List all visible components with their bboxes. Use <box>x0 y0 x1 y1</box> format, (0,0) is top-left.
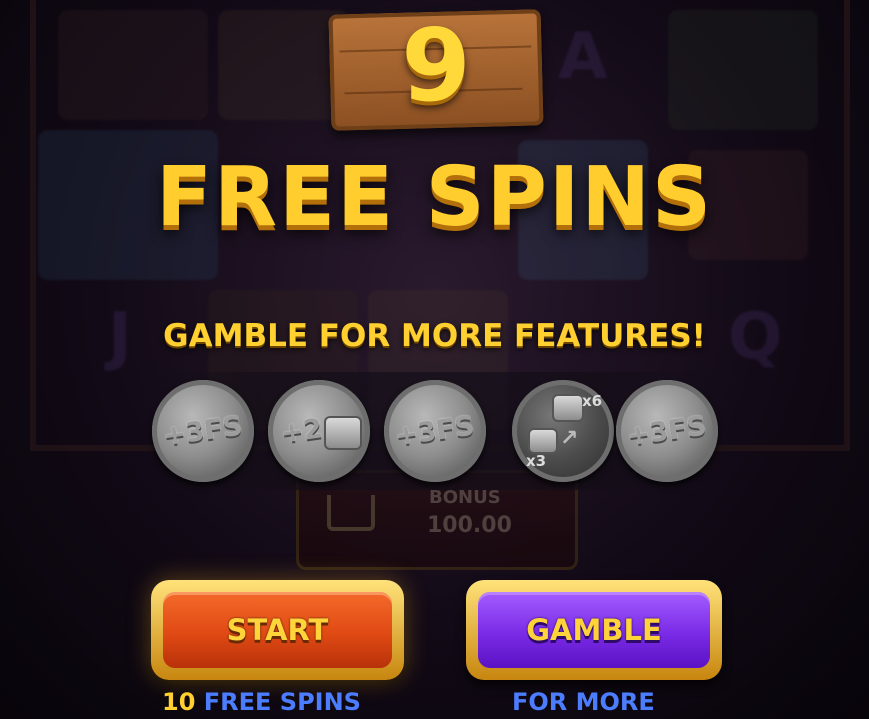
spin-count: 9 <box>401 7 471 124</box>
feature-coin-5[interactable]: +3FS <box>616 380 718 482</box>
feature-coin-1[interactable]: +3FS <box>152 380 254 482</box>
bonus-label: BONUS <box>429 487 501 508</box>
gamble-button-label: GAMBLE <box>526 613 662 647</box>
gamble-heading: GAMBLE FOR MORE FEATURES! <box>163 318 706 354</box>
can-icon <box>552 394 584 422</box>
start-caption: 10 FREE SPINS <box>162 688 361 716</box>
feature-coins-row: +3FS +2 +3FS x6 x3 ↗ +3FS <box>140 372 730 490</box>
arrow-icon: ↗ <box>560 426 579 451</box>
feature-coin-3[interactable]: +3FS <box>384 380 486 482</box>
start-caption-number: 10 <box>162 688 196 716</box>
gamble-caption: FOR MORE <box>512 688 655 716</box>
multiplier-bottom-label: x3 <box>526 452 547 470</box>
gamble-button[interactable]: GAMBLE <box>466 580 722 680</box>
free-spins-title: FREE SPINS <box>155 150 714 245</box>
coin-label: +3FS <box>625 410 709 452</box>
sticky-can-icon <box>324 416 362 450</box>
coin-label: +2 <box>279 412 325 450</box>
start-button-label: START <box>226 613 329 647</box>
bonus-value: 100.00 <box>427 513 512 538</box>
feature-coin-2[interactable]: +2 <box>268 380 370 482</box>
start-caption-text: FREE SPINS <box>203 688 361 716</box>
start-button-face: START <box>163 592 392 668</box>
start-button[interactable]: START <box>151 580 404 680</box>
gamble-button-face: GAMBLE <box>478 592 710 668</box>
coin-label: +3FS <box>393 410 477 452</box>
free-spins-screen: A J Q BONUS 100.00 9 FREE SPINS GAMBLE F… <box>0 0 869 719</box>
can-icon <box>528 428 558 454</box>
coin-label: +3FS <box>161 410 245 452</box>
cart-icon <box>327 495 375 531</box>
multiplier-top-label: x6 <box>582 392 603 410</box>
feature-coin-4[interactable]: x6 x3 ↗ <box>512 380 614 482</box>
